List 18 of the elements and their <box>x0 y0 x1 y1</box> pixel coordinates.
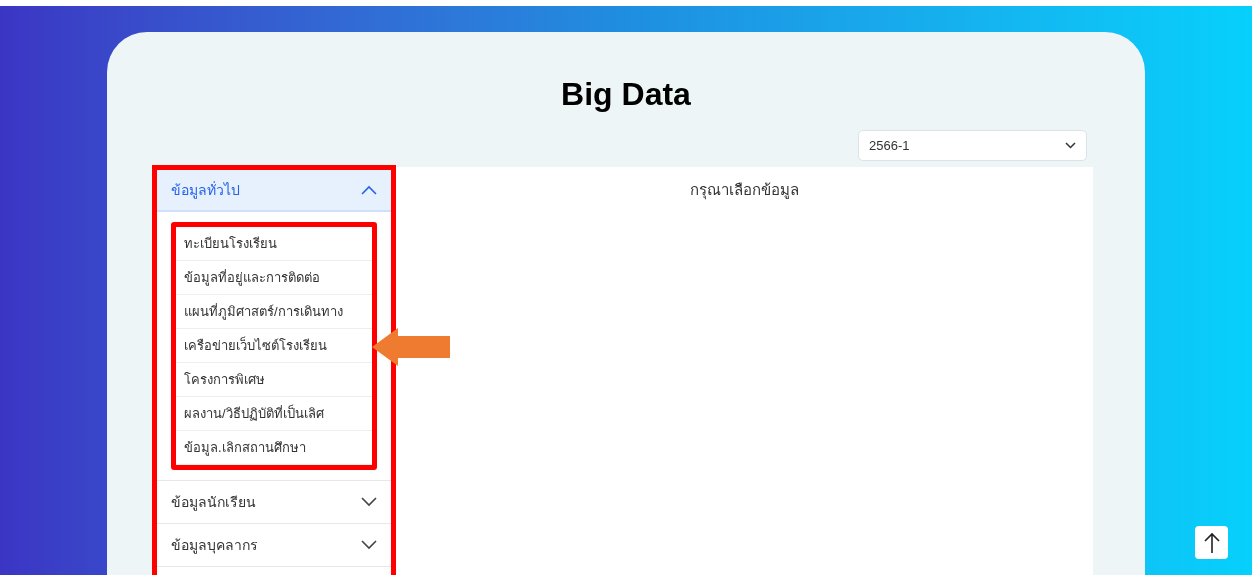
submenu-item[interactable]: ผลงาน/วิธีปฏิบัติที่เป็นเลิศ <box>176 397 372 431</box>
accordion-header[interactable]: ข้อมูลทั่วไป <box>157 170 391 212</box>
submenu-item[interactable]: โครงการพิเศษ <box>176 363 372 397</box>
arrow-left-icon <box>372 328 452 366</box>
chevron-down-icon <box>1065 142 1076 149</box>
chevron-down-icon <box>361 540 377 550</box>
submenu-item[interactable]: ข้อมูลที่อยู่และการติดต่อ <box>176 261 372 295</box>
chevron-up-icon <box>361 185 377 195</box>
submenu-item[interactable]: ทะเบียนโรงเรียน <box>176 227 372 261</box>
chevron-down-icon <box>361 497 377 507</box>
submenu-item[interactable]: เครือข่ายเว็บไซต์โรงเรียน <box>176 329 372 363</box>
term-select[interactable]: 2566-1 <box>858 130 1087 161</box>
scroll-to-top-button[interactable] <box>1195 526 1228 559</box>
submenu-item[interactable]: แผนที่ภูมิศาสตร์/การเดินทาง <box>176 295 372 329</box>
select-data-message: กรุณาเลือกข้อมูล <box>690 180 799 202</box>
page-title: Big Data <box>560 75 692 114</box>
arrow-up-icon <box>1203 531 1220 554</box>
submenu-item[interactable]: ข้อมูล.เลิกสถานศึกษา <box>176 431 372 465</box>
